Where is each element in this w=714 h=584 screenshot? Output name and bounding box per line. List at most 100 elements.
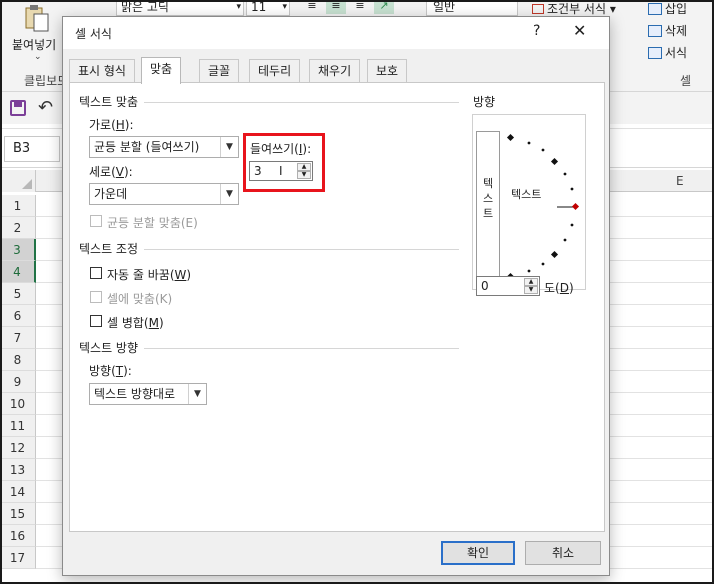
help-button[interactable]: ? [533,23,540,39]
row-header[interactable]: 17 [0,547,36,569]
degrees-label: 도(D) [544,281,574,295]
spin-up-icon[interactable]: ▲ [524,278,538,286]
tab-protection[interactable]: 보호 [367,59,408,83]
chevron-down-icon: ▾ [282,2,287,12]
tab-border[interactable]: 테두리 [249,59,301,83]
merge-cells-label-text: 셀 병합( [107,316,149,330]
delete-icon [648,25,662,37]
insert-icon [648,3,662,15]
indent-label-text: 들여쓰기( [250,142,299,156]
spin-up-icon[interactable]: ▲ [297,163,311,171]
spin-down-icon[interactable]: ▼ [524,286,538,294]
degrees-spin-buttons: ▲ ▼ [524,278,538,294]
row-header[interactable]: 8 [0,349,36,371]
horizontal-select-value: 균등 분할 (들여쓰기) [94,140,200,154]
degrees-spinner[interactable]: 0 ▲ ▼ [476,276,540,296]
align-bottom-icon[interactable]: ≡ [350,0,370,14]
orientation-icon[interactable]: ↗ [374,0,394,14]
dial-text: 텍스트 [511,188,542,201]
orientation-dial[interactable] [505,131,583,285]
close-button[interactable]: ✕ [573,21,586,40]
font-size-select[interactable]: 11 ▾ [246,0,290,16]
tab-alignment[interactable]: 맞춤 [141,57,182,84]
conditional-format-icon [532,4,544,14]
direction-label: 방향(T): [89,364,132,378]
vertical-text: 텍 스 트 [482,176,494,221]
vertical-label: 세로(V): [89,165,133,179]
vertical-select[interactable]: 가운데 ▼ [89,183,239,205]
format-button[interactable]: 서식 [648,44,687,61]
row-header[interactable]: 14 [0,481,36,503]
row-header[interactable]: 5 [0,283,36,305]
orientation-title: 방향 [473,93,502,110]
row-header[interactable]: 11 [0,415,36,437]
wrap-text-checkbox[interactable] [90,267,102,279]
chevron-down-icon: ▾ [236,2,241,12]
horizontal-label-key: H [115,118,125,132]
row-header[interactable]: 7 [0,327,36,349]
paste-icon[interactable] [24,4,50,32]
paste-button[interactable]: 붙여넣기 [12,36,56,53]
row-header[interactable]: 16 [0,525,36,547]
align-middle-icon[interactable]: ≡ [326,0,346,14]
row-header[interactable]: 9 [0,371,36,393]
row-header[interactable]: 15 [0,503,36,525]
horizontal-select[interactable]: 균등 분할 (들여쓰기) ▼ [89,136,239,158]
degrees-label-key: D [559,281,569,295]
vertical-select-value: 가운데 [94,187,128,201]
conditional-format-label: 조건부 서식 [547,2,607,16]
direction-select[interactable]: 텍스트 방향대로 ▼ [89,383,207,405]
font-name-select[interactable]: 맑은 고딕 ▾ [116,0,244,16]
row-header[interactable]: 12 [0,437,36,459]
tab-number[interactable]: 표시 형식 [69,59,135,83]
indent-label-key: I [298,142,303,156]
direction-label-text: 방향( [89,364,116,378]
number-format-select[interactable]: 일반 [426,0,518,16]
delete-button[interactable]: 삭제 [648,22,687,39]
justify-distributed-checkbox[interactable] [90,215,102,227]
align-top-icon[interactable]: ≡ [302,0,322,14]
row-header[interactable]: 10 [0,393,36,415]
vertical-text-char: 스 [482,192,494,205]
horizontal-label: 가로(H): [89,118,134,132]
wrap-text-label: 자동 줄 바꿈(W) [107,268,192,282]
merge-cells-checkbox[interactable] [90,315,102,327]
undo-icon[interactable]: ↶ [38,97,53,118]
chevron-down-icon: ▼ [220,184,238,204]
chevron-down-icon: ▼ [220,137,238,157]
ok-button[interactable]: 확인 [441,541,515,565]
indent-spinner[interactable]: 3 I ▲ ▼ [249,161,313,181]
row-header[interactable]: 1 [0,195,36,217]
vertical-text-char: 트 [482,207,494,220]
merge-cells-label: 셀 병합(M) [107,316,164,330]
wrap-text-label-key: W [174,268,187,282]
merge-cells-label-key: M [148,316,159,330]
format-label: 서식 [665,46,688,60]
vertical-text-button[interactable]: 텍 스 트 [476,131,500,285]
dialog-title-bar[interactable]: 셀 서식 ? ✕ [63,17,609,49]
save-icon[interactable] [10,100,26,116]
spin-down-icon[interactable]: ▼ [297,171,311,179]
row-header[interactable]: 6 [0,305,36,327]
tab-font[interactable]: 글꼴 [199,59,240,83]
row-header[interactable]: 13 [0,459,36,481]
orientation-handle[interactable] [571,202,580,211]
chevron-down-icon: ▼ [188,384,206,404]
text-cursor-icon: I [279,164,283,178]
direction-select-value: 텍스트 방향대로 [94,387,176,401]
row-header[interactable]: 3 [0,239,36,261]
insert-button[interactable]: 삽입 [648,0,687,17]
row-header[interactable]: 4 [0,261,36,283]
chevron-down-icon[interactable]: ⌄ [34,52,42,62]
column-header-e[interactable]: E [676,174,684,188]
conditional-format-button[interactable]: 조건부 서식 ▾ [532,0,616,17]
shrink-to-fit-checkbox[interactable] [90,291,102,303]
cancel-button[interactable]: 취소 [525,541,601,565]
select-all-button[interactable] [0,170,36,192]
name-box[interactable]: B3 [4,136,60,162]
text-alignment-title: 텍스트 맞춤 [79,93,145,110]
direction-label-key: T [115,364,124,378]
tab-fill[interactable]: 채우기 [309,59,361,83]
text-direction-title: 텍스트 방향 [79,339,145,356]
row-header[interactable]: 2 [0,217,36,239]
